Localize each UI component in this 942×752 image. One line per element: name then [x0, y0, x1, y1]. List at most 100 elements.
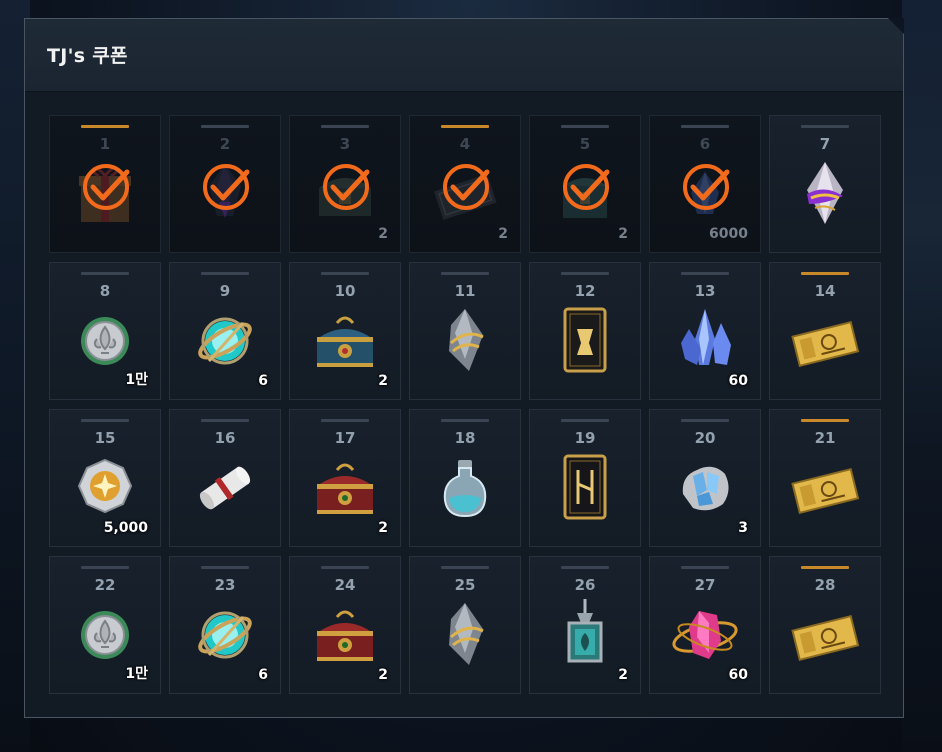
reward-cell-day-8[interactable]: 8 1만 — [49, 262, 161, 400]
reward-quantity: 1만 — [125, 666, 148, 682]
reward-cell-day-14[interactable]: 14 — [769, 262, 881, 400]
reward-indicator-bar — [801, 566, 849, 569]
reward-day-number: 11 — [454, 282, 476, 300]
reward-quantity: 2 — [618, 226, 628, 242]
reward-day-number: 3 — [339, 135, 351, 153]
reward-indicator-bar — [681, 272, 729, 275]
reward-quantity: 2 — [498, 226, 508, 242]
reward-day-number: 19 — [574, 429, 596, 447]
reward-day-number: 1 — [99, 135, 111, 153]
reward-indicator-bar — [81, 419, 129, 422]
reward-indicator-bar — [441, 419, 489, 422]
reward-indicator-bar — [201, 125, 249, 128]
claimed-check-icon — [679, 160, 733, 214]
gold-ticket-icon — [789, 299, 861, 379]
reward-quantity: 60 — [728, 667, 748, 683]
claimed-check-icon — [559, 160, 613, 214]
red-treasure-chest-icon — [309, 593, 381, 673]
reward-cell-day-15[interactable]: 15 5,000 — [49, 409, 161, 547]
purple-gem-icon — [789, 152, 861, 232]
reward-quantity: 2 — [618, 667, 628, 683]
reward-indicator-bar — [801, 419, 849, 422]
reward-day-number: 10 — [334, 282, 356, 300]
silver-coin-icon — [69, 299, 141, 379]
reward-day-number: 28 — [814, 576, 836, 594]
reward-cell-day-17[interactable]: 17 2 — [289, 409, 401, 547]
panel-corner-notch — [888, 18, 904, 34]
panel-title: TJ's 쿠폰 — [47, 45, 128, 67]
reward-cell-day-28[interactable]: 28 — [769, 556, 881, 694]
reward-indicator-bar — [561, 125, 609, 128]
reward-cell-day-3[interactable]: 32 — [289, 115, 401, 253]
claimed-check-icon — [439, 160, 493, 214]
reward-cell-day-16[interactable]: 16 — [169, 409, 281, 547]
reward-indicator-bar — [321, 272, 369, 275]
reward-cell-day-7[interactable]: 7 — [769, 115, 881, 253]
reward-grid: 1 2 3 2 4 2 5 2 6 6000 7 8 1만 9 6 10 2 11 12 13 60 14 15 5,000 1… — [49, 115, 881, 694]
reward-indicator-bar — [321, 419, 369, 422]
reward-cell-day-10[interactable]: 10 2 — [289, 262, 401, 400]
reward-day-number: 18 — [454, 429, 476, 447]
reward-cell-day-25[interactable]: 25 — [409, 556, 521, 694]
reward-cell-day-19[interactable]: 19 — [529, 409, 641, 547]
reward-cell-day-9[interactable]: 96 — [169, 262, 281, 400]
reward-quantity: 2 — [378, 373, 388, 389]
silver-stone-icon — [429, 593, 501, 673]
reward-quantity: 6 — [258, 373, 268, 389]
reward-quantity: 2 — [378, 226, 388, 242]
blue-crystal-cluster-icon — [669, 299, 741, 379]
reward-day-number: 16 — [214, 429, 236, 447]
reward-indicator-bar — [561, 566, 609, 569]
blue-treasure-chest-icon — [309, 299, 381, 379]
reward-quantity: 2 — [378, 667, 388, 683]
reward-day-number: 22 — [94, 576, 116, 594]
reward-indicator-bar — [201, 272, 249, 275]
reward-cell-day-4[interactable]: 42 — [409, 115, 521, 253]
reward-cell-day-2[interactable]: 2 — [169, 115, 281, 253]
silver-coin-icon — [69, 593, 141, 673]
reward-day-number: 7 — [819, 135, 831, 153]
reward-day-number: 26 — [574, 576, 596, 594]
reward-day-number: 21 — [814, 429, 836, 447]
reward-quantity: 3 — [738, 520, 748, 536]
reward-quantity: 60 — [728, 373, 748, 389]
reward-cell-day-21[interactable]: 21 — [769, 409, 881, 547]
crystal-ore-icon — [669, 446, 741, 526]
orb-compass-icon — [189, 299, 261, 379]
star-medal-icon — [69, 446, 141, 526]
silver-stone-icon — [429, 299, 501, 379]
reward-cell-day-23[interactable]: 23 6 — [169, 556, 281, 694]
reward-indicator-bar — [321, 125, 369, 128]
reward-day-number: 25 — [454, 576, 476, 594]
reward-indicator-bar — [681, 125, 729, 128]
reward-cell-day-1[interactable]: 1 — [49, 115, 161, 253]
potion-bottle-icon — [429, 446, 501, 526]
reward-cell-day-13[interactable]: 13 60 — [649, 262, 761, 400]
reward-cell-day-12[interactable]: 12 — [529, 262, 641, 400]
reward-cell-day-11[interactable]: 11 — [409, 262, 521, 400]
reward-indicator-bar — [81, 125, 129, 128]
reward-indicator-bar — [801, 125, 849, 128]
reward-cell-day-24[interactable]: 24 2 — [289, 556, 401, 694]
reward-cell-day-20[interactable]: 20 3 — [649, 409, 761, 547]
reward-day-number: 23 — [214, 576, 236, 594]
reward-cell-day-18[interactable]: 18 — [409, 409, 521, 547]
reward-cell-day-5[interactable]: 52 — [529, 115, 641, 253]
reward-day-number: 13 — [694, 282, 716, 300]
reward-day-number: 4 — [459, 135, 471, 153]
reward-cell-day-27[interactable]: 27 60 — [649, 556, 761, 694]
reward-indicator-bar — [441, 125, 489, 128]
reward-cell-day-6[interactable]: 6 6000 — [649, 115, 761, 253]
panel-header: TJ's 쿠폰 — [25, 19, 903, 92]
reward-day-number: 6 — [699, 135, 711, 153]
reward-indicator-bar — [321, 566, 369, 569]
reward-indicator-bar — [681, 419, 729, 422]
background-right — [902, 0, 942, 752]
claimed-check-icon — [79, 160, 133, 214]
reward-cell-day-22[interactable]: 22 1만 — [49, 556, 161, 694]
claimed-check-icon — [199, 160, 253, 214]
reward-day-number: 5 — [579, 135, 591, 153]
reward-cell-day-26[interactable]: 26 2 — [529, 556, 641, 694]
reward-quantity: 6 — [258, 667, 268, 683]
reward-quantity: 2 — [378, 520, 388, 536]
